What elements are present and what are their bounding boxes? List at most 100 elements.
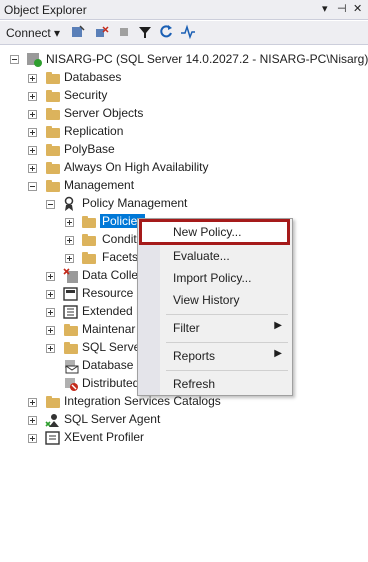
tree-node-extended-events[interactable]: Extended E — [0, 303, 144, 321]
tree-node-label: Policy Management — [82, 196, 188, 210]
tree-node-label: Security — [64, 88, 108, 102]
folder-icon — [64, 324, 78, 336]
expand-icon[interactable] — [46, 272, 55, 281]
menu-item-import-policy[interactable]: Import Policy... — [140, 268, 290, 288]
expand-icon[interactable] — [28, 164, 37, 173]
tree-node-label: Facets — [102, 250, 139, 264]
tree-node-label: Data Colle — [82, 268, 139, 282]
filter-icon[interactable] — [137, 24, 153, 40]
expand-icon[interactable] — [28, 110, 37, 119]
dropdown-icon[interactable]: ▾ — [322, 2, 328, 15]
tree-node-label: Databases — [64, 70, 122, 84]
tree-node-databases[interactable]: Databases — [0, 69, 200, 87]
folder-icon — [46, 72, 60, 84]
connect-button[interactable]: Connect ▾ — [6, 26, 60, 40]
expand-icon[interactable] — [28, 128, 37, 137]
expand-icon[interactable] — [28, 416, 37, 425]
tree-node-label: Always On High Availability — [64, 160, 209, 174]
tree-node-facets[interactable]: Facets — [0, 249, 138, 267]
expand-icon[interactable] — [46, 308, 55, 317]
pin-icon[interactable]: ⊣ — [337, 2, 347, 15]
tree-node-server[interactable]: NISARG-PC (SQL Server 14.0.2027.2 - NISA… — [0, 51, 368, 69]
tree-node-label: Server Objects — [64, 106, 144, 120]
tree-node-polybase[interactable]: PolyBase — [0, 141, 200, 159]
tree-node-label: PolyBase — [64, 142, 115, 156]
expand-icon[interactable] — [46, 326, 55, 335]
close-icon[interactable]: ✕ — [353, 2, 362, 15]
folder-icon — [46, 162, 60, 174]
tree-node-policy-management[interactable]: Policy Management — [0, 195, 220, 213]
tree-node-resource-governor[interactable]: Resource G — [0, 285, 146, 303]
tree-node-always-on[interactable]: Always On High Availability — [0, 159, 260, 177]
tree-node-sql-server-agent[interactable]: SQL Server Agent — [0, 411, 200, 429]
tree-node-label: Replication — [64, 124, 124, 138]
tree-node-management[interactable]: Management — [0, 177, 200, 195]
tree-node-database-mail[interactable]: Database M — [0, 357, 147, 375]
menu-item-label: Reports — [173, 349, 216, 363]
collapse-icon[interactable] — [28, 182, 37, 191]
tree-node-conditions[interactable]: Conditions — [0, 231, 159, 249]
connect-server-icon[interactable] — [70, 24, 86, 40]
refresh-icon[interactable] — [158, 24, 174, 40]
expand-icon[interactable] — [65, 236, 74, 245]
expand-icon[interactable] — [28, 434, 37, 443]
tree-node-label: Distributed — [82, 376, 140, 390]
tree-node-label: Integration Services Catalogs — [64, 394, 221, 408]
expand-icon[interactable] — [65, 218, 74, 227]
expand-icon[interactable] — [46, 344, 55, 353]
expand-icon[interactable] — [28, 92, 37, 101]
expand-icon[interactable] — [28, 74, 37, 83]
menu-item-reports[interactable]: Reports ▶ — [140, 346, 290, 366]
expand-icon[interactable] — [65, 254, 74, 263]
tree-node-security[interactable]: Security — [0, 87, 200, 105]
menu-item-evaluate[interactable]: Evaluate... — [140, 246, 290, 266]
tree-node-policies[interactable]: Policies — [0, 213, 160, 231]
activity-icon[interactable] — [180, 24, 196, 40]
menu-item-filter[interactable]: Filter ▶ — [140, 318, 290, 338]
tree-node-label: XEvent Profiler — [64, 430, 145, 444]
collapse-icon[interactable] — [46, 200, 55, 209]
tree-node-distributed-tx[interactable]: Distributed — [0, 375, 140, 393]
menu-item-view-history[interactable]: View History — [140, 290, 290, 310]
disconnect-icon[interactable] — [94, 24, 110, 40]
submenu-arrow-icon: ▶ — [274, 348, 282, 359]
folder-icon — [82, 234, 96, 246]
window-title: Object Explorer — [4, 3, 87, 17]
folder-icon — [64, 342, 78, 354]
folder-open-icon — [46, 180, 60, 192]
folder-icon — [46, 144, 60, 156]
tree-node-label: Management — [64, 178, 135, 192]
folder-icon — [82, 216, 96, 228]
stop-icon[interactable] — [116, 24, 132, 40]
tree-node-replication[interactable]: Replication — [0, 123, 200, 141]
tree-node-label: SQL Server — [82, 340, 145, 354]
submenu-arrow-icon: ▶ — [274, 320, 282, 331]
menu-item-new-policy-label[interactable]: New Policy... — [173, 225, 241, 239]
tree-node-xevent-profiler[interactable]: XEvent Profiler — [0, 429, 200, 447]
tree-node-label: Extended E — [82, 304, 145, 318]
server-icon — [26, 51, 42, 70]
tree-node-sql-server-logs[interactable]: SQL Server — [0, 339, 144, 357]
expand-icon[interactable] — [28, 398, 37, 407]
menu-item-label: View History — [173, 293, 240, 307]
collapse-icon[interactable] — [10, 55, 19, 64]
menu-separator — [166, 314, 288, 315]
xevent-profiler-icon — [45, 430, 61, 449]
menu-separator — [166, 370, 288, 371]
object-explorer-toolbar: Connect ▾ — [0, 21, 368, 45]
menu-item-refresh[interactable]: Refresh — [140, 374, 290, 394]
menu-item-label: Refresh — [173, 377, 216, 391]
folder-icon — [46, 108, 60, 120]
tree-node-label: SQL Server Agent — [64, 412, 161, 426]
expand-icon[interactable] — [46, 290, 55, 299]
folder-icon — [82, 252, 96, 264]
folder-icon — [46, 126, 60, 138]
expand-icon[interactable] — [28, 146, 37, 155]
tree-node-server-objects[interactable]: Server Objects — [0, 105, 200, 123]
menu-item-label: Evaluate... — [173, 249, 230, 263]
tree-node-label: Maintenar — [82, 322, 136, 336]
tree-node-data-collection[interactable]: Data Colle — [0, 267, 139, 285]
object-explorer-titlebar: Object Explorer ▾ ⊣ ✕ — [0, 0, 368, 20]
folder-icon — [46, 396, 60, 408]
tree-node-maintenance-plans[interactable]: Maintenar — [0, 321, 137, 339]
